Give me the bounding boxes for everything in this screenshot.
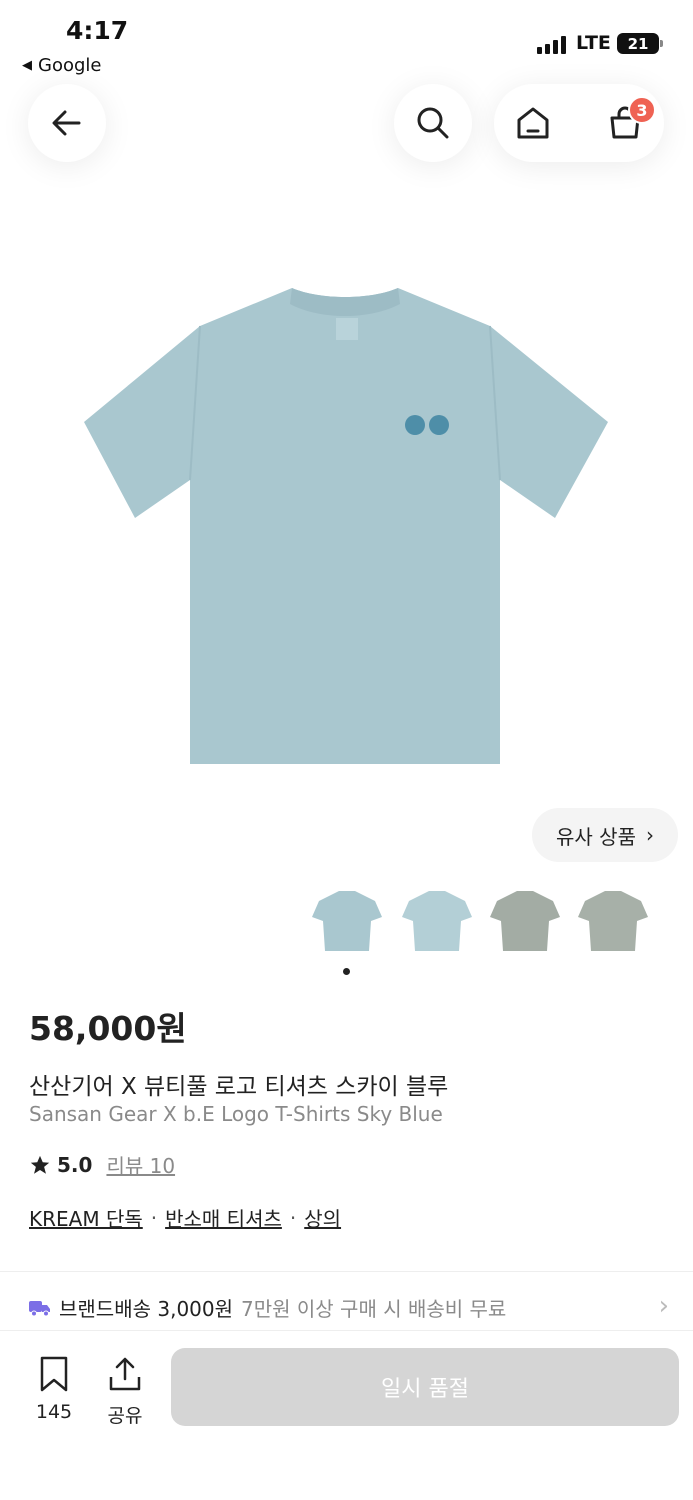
status-bar: 4:17 ◀ Google LTE 21	[0, 0, 693, 80]
sold-out-button[interactable]: 일시 품절	[171, 1348, 679, 1426]
thumbnail-strip	[0, 885, 693, 965]
tag-separator: ·	[150, 1205, 158, 1230]
search-icon	[417, 107, 449, 139]
chevron-right-icon: ›	[645, 823, 654, 847]
bookmark-icon	[40, 1356, 68, 1392]
tshirt-body	[84, 288, 608, 764]
bottom-action-bar: 145 공유 일시 품절	[0, 1330, 693, 1500]
shipping-row[interactable]: 브랜드배송 3,000원 7만원 이상 구매 시 배송비 무료 ›	[29, 1291, 669, 1322]
thumbnail-3[interactable]	[485, 885, 565, 960]
back-triangle-icon: ◀	[22, 58, 32, 73]
similar-products-label: 유사 상품	[556, 824, 636, 849]
product-name-korean: 산산기어 X 뷰티풀 로고 티셔츠 스카이 블루	[29, 1074, 449, 1100]
share-label: 공유	[107, 1405, 143, 1427]
similar-products-button[interactable]: 유사 상품 ›	[532, 808, 678, 862]
tag-tops[interactable]: 상의	[304, 1203, 341, 1232]
rating-row: 5.0 리뷰 10	[29, 1150, 175, 1179]
share-button[interactable]: 공유	[100, 1355, 150, 1428]
back-app-label: Google	[38, 55, 102, 76]
share-icon	[109, 1357, 141, 1391]
back-to-app-link[interactable]: ◀ Google	[22, 55, 101, 76]
cart-count-badge: 3	[628, 96, 656, 124]
star-icon	[30, 1155, 50, 1174]
header-actions: 3	[494, 84, 664, 162]
network-label: LTE	[576, 32, 611, 54]
category-tags: KREAM 단독 · 반소매 티셔츠 · 상의	[29, 1203, 341, 1232]
tag-kream-exclusive[interactable]: KREAM 단독	[29, 1203, 143, 1232]
thumbnail-2[interactable]	[397, 885, 477, 960]
search-button[interactable]	[394, 84, 472, 162]
section-divider	[0, 1271, 693, 1272]
tag-short-sleeve-tshirt[interactable]: 반소매 티셔츠	[165, 1203, 282, 1232]
signal-icon	[537, 36, 566, 54]
home-icon	[517, 107, 549, 139]
home-button[interactable]	[510, 100, 556, 146]
rating-score: 5.0	[57, 1152, 93, 1177]
thumbnail-1[interactable]	[307, 885, 387, 960]
battery-icon: 21	[617, 33, 663, 54]
status-time: 4:17	[66, 16, 129, 45]
shipping-fee-label: 브랜드배송 3,000원	[59, 1297, 234, 1321]
product-name-english: Sansan Gear X b.E Logo T-Shirts Sky Blue	[29, 1102, 443, 1126]
shipping-free-info: 7만원 이상 구매 시 배송비 무료	[241, 1297, 507, 1321]
reviews-link[interactable]: 리뷰 10	[106, 1150, 175, 1179]
chevron-right-icon: ›	[658, 1291, 669, 1321]
bookmark-count: 145	[35, 1401, 73, 1423]
back-button[interactable]	[28, 84, 106, 162]
product-price: 58,000원	[29, 1009, 187, 1048]
image-page-indicator	[343, 968, 350, 975]
bookmark-button[interactable]: 145	[32, 1355, 76, 1423]
tag-separator: ·	[289, 1205, 297, 1230]
truck-icon	[29, 1300, 50, 1316]
arrow-left-icon	[52, 110, 81, 136]
thumbnail-4[interactable]	[573, 885, 653, 960]
product-image[interactable]	[70, 270, 623, 780]
